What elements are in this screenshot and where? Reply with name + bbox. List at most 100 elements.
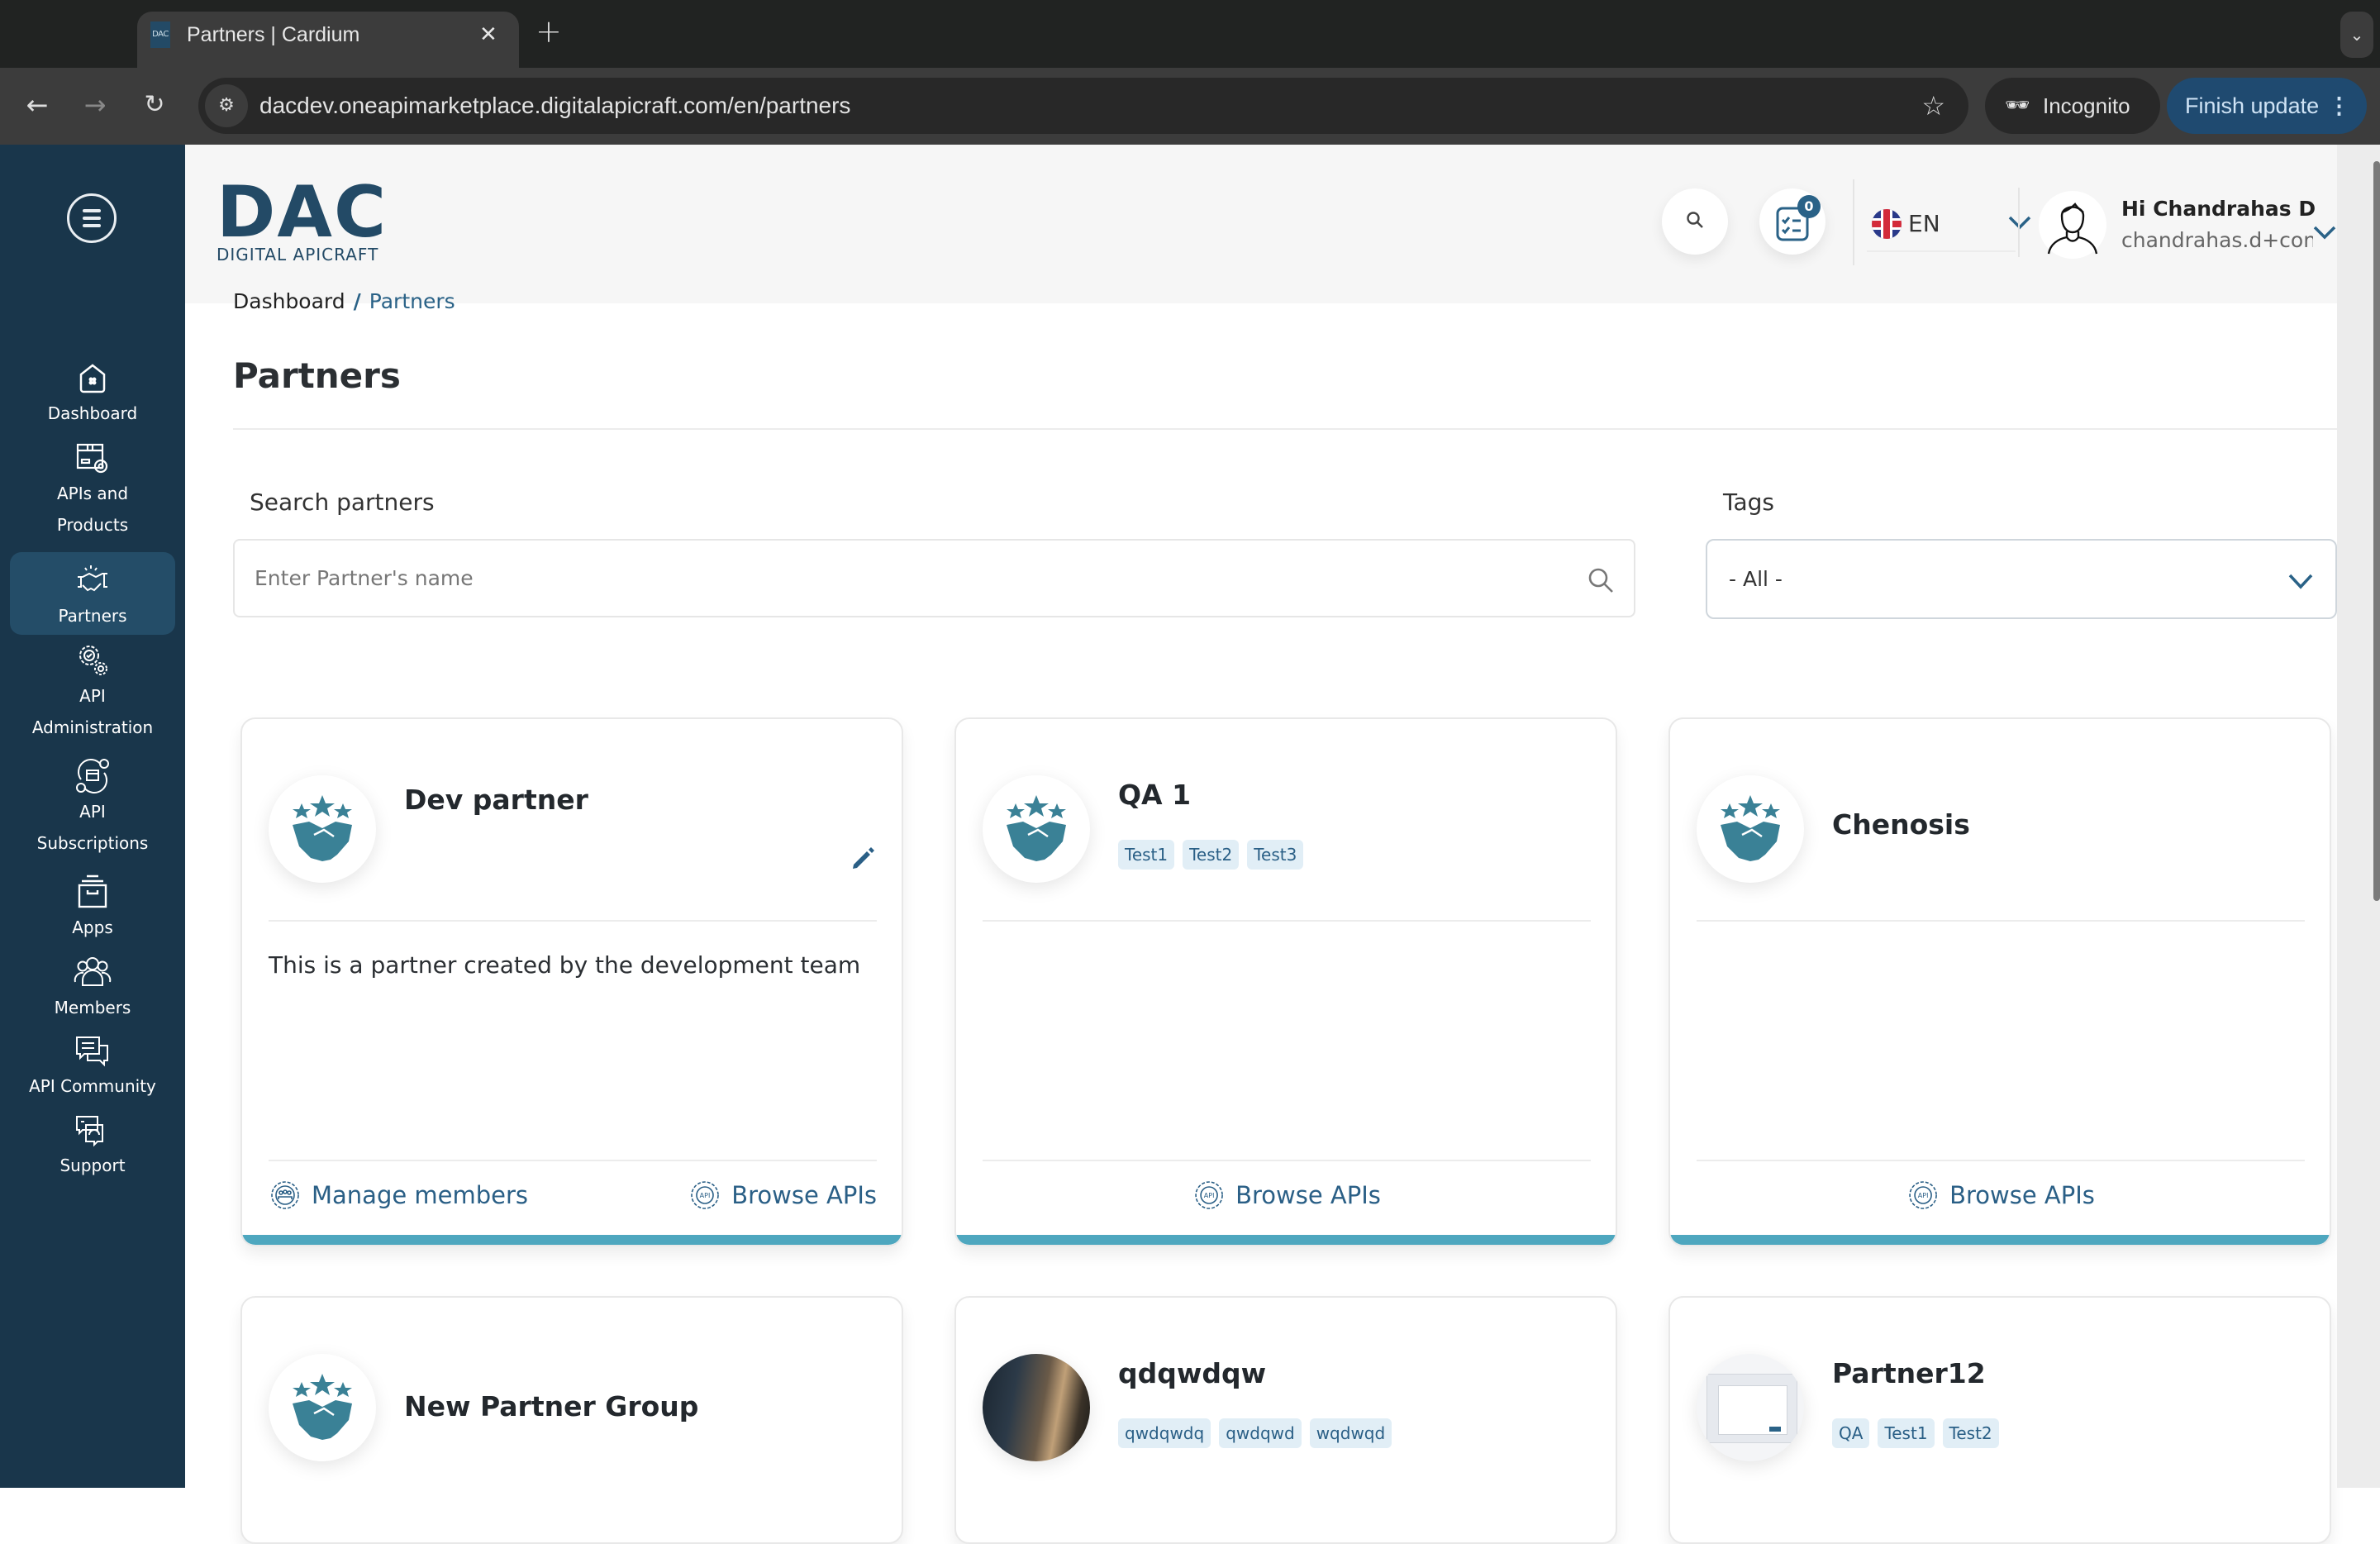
breadcrumb-dashboard-link[interactable]: Dashboard xyxy=(233,289,345,313)
incognito-label: Incognito xyxy=(2043,93,2130,118)
users-icon xyxy=(73,952,112,992)
partner-card[interactable]: Dev partner This is a partner created by… xyxy=(240,717,903,1246)
handshake-stars-icon xyxy=(293,1374,352,1440)
partner-card[interactable]: QA 1 Test1 Test2 Test3 API Browse APIs xyxy=(954,717,1617,1246)
sidebar-item-apis-and-products[interactable]: APIs and Products xyxy=(10,438,175,541)
card-accent-bar xyxy=(956,1235,1616,1245)
sidebar-item-label: Partners xyxy=(58,606,127,626)
app-header: DAC DIGITAL APICRAFT 0 EN Hi Chandrahas … xyxy=(185,145,2337,303)
browse-apis-link[interactable]: API Browse APIs xyxy=(1906,1172,2095,1218)
partner-avatar xyxy=(1697,775,1804,883)
card-divider xyxy=(983,920,1591,922)
user-menu-chevron-icon[interactable] xyxy=(2312,224,2337,241)
sidebar-item-label: API Administration xyxy=(31,686,154,737)
partner-tags: Test1 Test2 Test3 xyxy=(1118,840,1304,870)
sidebar-item-members[interactable]: Members xyxy=(10,952,175,1023)
address-bar[interactable]: ⚙ dacdev.oneapimarketplace.digitalapicra… xyxy=(198,78,1968,134)
new-tab-button[interactable]: + xyxy=(536,15,562,48)
sidebar-item-api-subscriptions[interactable]: API Subscriptions xyxy=(10,756,175,859)
tag-chip[interactable]: Test2 xyxy=(1942,1418,1999,1448)
site-settings-icon[interactable]: ⚙ xyxy=(205,84,248,127)
svg-text:API: API xyxy=(700,1192,711,1199)
header-divider xyxy=(2018,188,2020,257)
card-divider xyxy=(269,1160,877,1161)
partner-avatar-screenshot xyxy=(1697,1354,1804,1461)
tag-chip[interactable]: qwdqwd xyxy=(1219,1418,1302,1448)
partner-name[interactable]: New Partner Group xyxy=(404,1389,698,1425)
user-greeting[interactable]: Hi Chandrahas D xyxy=(2121,196,2316,222)
sidebar-item-dashboard[interactable]: Dashboard xyxy=(10,358,175,429)
tag-chip[interactable]: qwdqwdq xyxy=(1118,1418,1211,1448)
package-gear-icon xyxy=(73,438,112,478)
members-gear-icon xyxy=(271,1181,299,1209)
tag-chip[interactable]: Test1 xyxy=(1878,1418,1935,1448)
tag-chip[interactable]: QA xyxy=(1832,1418,1870,1448)
tags-select[interactable]: - All - xyxy=(1706,539,2337,619)
browser-menu-icon[interactable]: ⋮ xyxy=(2328,78,2350,134)
scrollbar-thumb[interactable] xyxy=(2373,161,2380,901)
browser-tab[interactable]: DAC Partners | Cardium ✕ xyxy=(137,12,519,68)
tag-chip[interactable]: Test3 xyxy=(1247,840,1304,870)
tag-chip[interactable]: wqdwqd xyxy=(1309,1418,1392,1448)
partner-avatar xyxy=(983,775,1090,883)
uk-flag-icon xyxy=(1872,209,1902,239)
reload-icon[interactable]: ↻ xyxy=(136,86,174,124)
partner-name[interactable]: Dev partner xyxy=(404,782,588,818)
partner-card[interactable]: qdqwdqw qwdqwdq qwdqwd wqdwqd xyxy=(954,1296,1617,1544)
tasks-button[interactable]: 0 xyxy=(1759,188,1825,255)
partner-card[interactable]: Chenosis API Browse APIs xyxy=(1668,717,2331,1246)
incognito-indicator[interactable]: 🕶 Incognito xyxy=(1985,78,2160,134)
language-code: EN xyxy=(1908,210,1940,237)
partner-name[interactable]: QA 1 xyxy=(1118,777,1191,813)
card-divider xyxy=(269,920,877,922)
sidebar-item-apps[interactable]: Apps xyxy=(10,872,175,943)
sidebar-item-partners[interactable]: Partners xyxy=(10,552,175,635)
breadcrumb: Dashboard / Partners xyxy=(233,285,455,318)
sidebar-item-api-administration[interactable]: API Administration xyxy=(10,641,175,743)
card-divider xyxy=(983,1160,1591,1161)
header-search-button[interactable] xyxy=(1662,188,1728,255)
partner-avatar xyxy=(269,1354,376,1461)
headset-chat-icon xyxy=(73,1110,112,1150)
sidebar-item-api-community[interactable]: API Community xyxy=(10,1031,175,1102)
home-icon xyxy=(73,358,112,398)
tag-chip[interactable]: Test2 xyxy=(1183,840,1240,870)
sidebar-item-label: Dashboard xyxy=(47,403,138,423)
partner-search-input[interactable] xyxy=(255,541,1560,616)
manage-members-link[interactable]: Manage members xyxy=(269,1172,528,1218)
browse-apis-link[interactable]: API Browse APIs xyxy=(688,1172,877,1218)
partner-card[interactable]: New Partner Group xyxy=(240,1296,903,1544)
forward-arrow-icon[interactable]: → xyxy=(76,86,114,124)
partner-search-field[interactable] xyxy=(233,539,1635,617)
dac-favicon-icon: DAC xyxy=(150,21,170,48)
partner-description: This is a partner created by the develop… xyxy=(269,951,861,979)
bookmark-star-icon[interactable]: ☆ xyxy=(1921,78,1945,134)
search-icon[interactable] xyxy=(1586,565,1616,595)
partner-name[interactable]: Chenosis xyxy=(1832,807,1970,843)
back-arrow-icon[interactable]: ← xyxy=(18,86,56,124)
api-gear-icon: API xyxy=(1909,1181,1937,1209)
page-scrollbar[interactable] xyxy=(2337,145,2380,1488)
partner-card[interactable]: Partner12 QA Test1 Test2 xyxy=(1668,1296,2331,1544)
url-text[interactable]: dacdev.oneapimarketplace.digitalapicraft… xyxy=(259,78,850,134)
partner-name[interactable]: qdqwdqw xyxy=(1118,1356,1266,1392)
tab-search-chevron-icon[interactable]: ⌄ xyxy=(2340,12,2373,58)
finish-update-button[interactable]: Finish update ⋮ xyxy=(2167,78,2367,134)
partner-name[interactable]: Partner12 xyxy=(1832,1356,1986,1392)
browse-apis-link[interactable]: API Browse APIs xyxy=(1192,1172,1381,1218)
dac-logo[interactable]: DAC DIGITAL APICRAFT xyxy=(217,177,390,264)
user-avatar[interactable] xyxy=(2039,191,2106,259)
breadcrumb-current[interactable]: Partners xyxy=(369,289,455,313)
breadcrumb-separator: / xyxy=(353,289,361,313)
tag-chip[interactable]: Test1 xyxy=(1118,840,1175,870)
edit-pencil-icon[interactable] xyxy=(850,845,877,871)
user-email[interactable]: chandrahas.d+con... xyxy=(2121,227,2313,254)
sidebar-item-support[interactable]: Support xyxy=(10,1110,175,1181)
language-selector[interactable]: EN xyxy=(1867,201,2031,252)
partner-avatar xyxy=(269,775,376,883)
hamburger-menu-icon[interactable] xyxy=(67,193,117,243)
title-divider xyxy=(233,428,2337,430)
search-label: Search partners xyxy=(250,488,435,516)
page-title: Partners xyxy=(233,355,401,396)
tab-close-icon[interactable]: ✕ xyxy=(479,20,497,50)
